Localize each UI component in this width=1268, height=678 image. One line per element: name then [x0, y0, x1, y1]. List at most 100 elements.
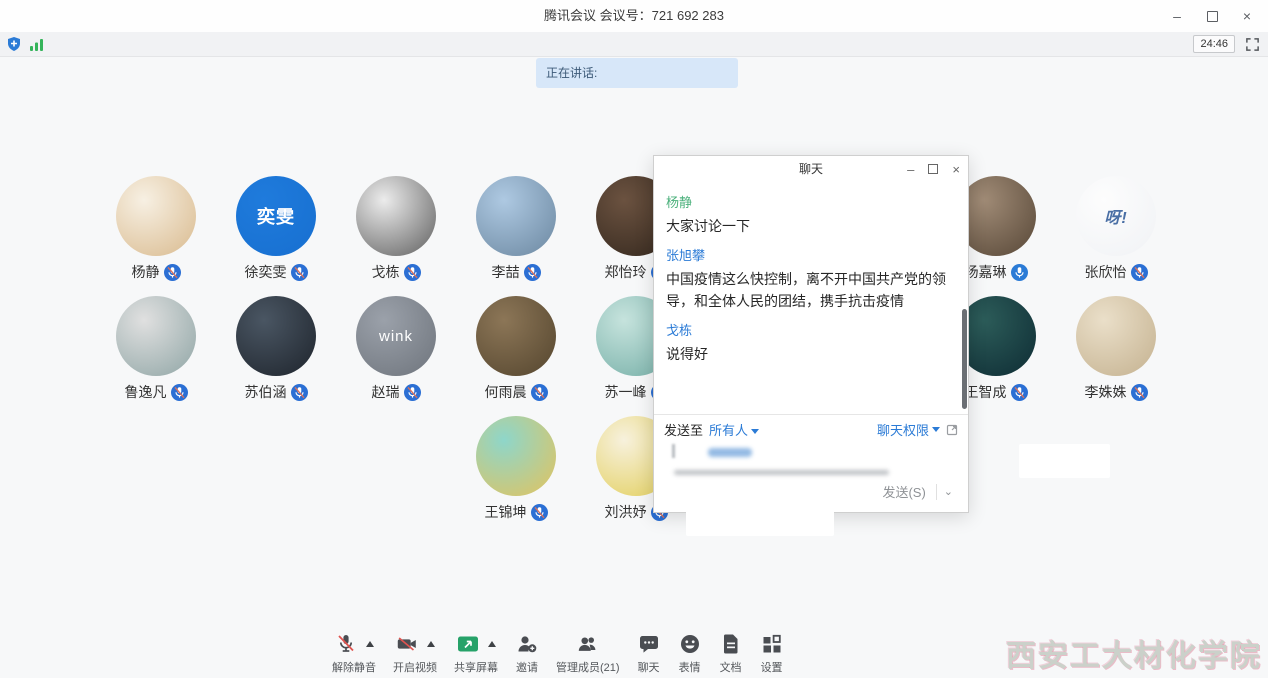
participant-name: 苏一峰 [605, 382, 647, 402]
caret-up-icon[interactable] [488, 641, 496, 647]
participant-name: 李姝姝 [1085, 382, 1127, 402]
security-shield-icon[interactable] [6, 36, 22, 52]
chat-message-sender: 戈栋 [666, 320, 956, 339]
participant-avatar [236, 296, 316, 376]
toolbar-button-label: 文档 [720, 659, 742, 675]
toolbar-button[interactable]: 设置 [760, 630, 784, 675]
toolbar-button-label: 聊天 [638, 659, 660, 675]
mic-off-icon [334, 632, 358, 656]
mic-status-icon [291, 264, 308, 281]
send-options-chevron-icon[interactable]: ⌄ [937, 485, 960, 498]
participant-name-row: 徐奕雯 [245, 262, 308, 282]
toolbar-button-label: 邀请 [516, 659, 538, 675]
avatar-label: 呀! [1104, 204, 1127, 228]
fullscreen-icon[interactable] [1245, 37, 1260, 52]
participant-tile[interactable]: 戈栋 [336, 176, 456, 288]
toolbar-button-label: 开启视频 [393, 659, 437, 675]
mic-status-icon [404, 384, 421, 401]
participant-tile[interactable]: 王锦坤 [456, 416, 576, 528]
toolbar-button[interactable]: 开启视频 [393, 630, 437, 675]
participant-avatar [1076, 296, 1156, 376]
chat-close-button[interactable]: × [952, 163, 960, 176]
chat-message-text: 大家讨论一下 [666, 215, 956, 237]
chat-message-list[interactable]: 杨静 大家讨论一下 张旭攀 中国疫情这么快控制，离不开中国共产党的领导，和全体人… [654, 182, 968, 414]
chat-footer: 发送至 所有人 聊天权限 [654, 414, 968, 444]
close-button[interactable]: × [1234, 4, 1260, 28]
toolbar-button[interactable]: 聊天 [637, 630, 661, 675]
participant-tile[interactable]: 苏伯涵 [216, 296, 336, 408]
chat-message-sender: 杨静 [666, 192, 956, 211]
participant-name: 郑怡玲 [605, 262, 647, 282]
mic-status-icon [1011, 384, 1028, 401]
send-to-label: 发送至 [664, 420, 703, 439]
toolbar-icon-row [760, 630, 784, 658]
network-signal-icon[interactable] [30, 38, 44, 51]
meeting-topbar: 24:46 [0, 32, 1268, 57]
avatar-label: 奕雯 [257, 203, 295, 229]
popout-icon[interactable] [946, 424, 958, 436]
send-to-dropdown[interactable]: 所有人 [709, 420, 759, 439]
toolbar-button[interactable]: 表情 [678, 630, 702, 675]
toolbar-button-label: 设置 [761, 659, 783, 675]
toolbar-icon-row [515, 630, 539, 658]
minimize-button[interactable]: – [1164, 4, 1190, 28]
chat-scrollbar[interactable] [962, 309, 967, 409]
participant-name-row: 王锦坤 [485, 502, 548, 522]
participant-avatar: 呀! [1076, 176, 1156, 256]
members-icon [576, 632, 600, 656]
participant-name: 杨静 [132, 262, 160, 282]
participant-tile[interactable]: 李喆 [456, 176, 576, 288]
redaction-box [686, 506, 834, 536]
participant-name-row: 鲁逸凡 [125, 382, 188, 402]
participant-tile[interactable]: 呀! 张欣怡 [1056, 176, 1176, 288]
chat-message: 杨静 大家讨论一下 [666, 192, 956, 237]
participant-name-row: 何雨晨 [485, 382, 548, 402]
window-controls: – × [1164, 0, 1260, 32]
participant-name: 苏伯涵 [245, 382, 287, 402]
participant-avatar: wink [356, 296, 436, 376]
caret-up-icon[interactable] [366, 641, 374, 647]
participant-tile[interactable]: 鲁逸凡 [96, 296, 216, 408]
window-title: 腾讯会议 会议号：721 692 283 [0, 0, 1268, 32]
maximize-button[interactable] [1199, 4, 1225, 28]
chat-minimize-button[interactable]: – [907, 163, 914, 176]
chevron-down-icon [751, 429, 759, 434]
toolbar-icon-row [576, 630, 600, 658]
participant-name: 李喆 [492, 262, 520, 282]
topbar-right: 24:46 [1193, 32, 1260, 56]
participant-name-row: 李姝姝 [1085, 382, 1148, 402]
mic-status-icon [531, 504, 548, 521]
chat-input[interactable] [654, 445, 968, 483]
participant-tile[interactable]: 奕雯 徐奕雯 [216, 176, 336, 288]
camera-off-icon [395, 632, 419, 656]
participant-name-row: 张欣怡 [1085, 262, 1148, 282]
send-button[interactable]: 发送(S) [872, 479, 935, 504]
participant-tile[interactable]: 李姝姝 [1056, 296, 1176, 408]
participant-tile[interactable]: 杨静 [96, 176, 216, 288]
toolbar-icon-row [334, 630, 374, 658]
participant-name: 何雨晨 [485, 382, 527, 402]
chat-titlebar[interactable]: 聊天 – × [654, 156, 968, 182]
toolbar-button-label: 表情 [679, 659, 701, 675]
mic-status-icon [1131, 384, 1148, 401]
toolbar-button[interactable]: 邀请 [515, 630, 539, 675]
participant-avatar [356, 176, 436, 256]
participant-tile[interactable]: wink 赵瑞 [336, 296, 456, 408]
settings-icon [760, 632, 784, 656]
restore-icon [1207, 11, 1218, 22]
participant-tile[interactable]: 何雨晨 [456, 296, 576, 408]
participant-name-row: 赵瑞 [372, 382, 421, 402]
chat-permission-dropdown[interactable]: 聊天权限 [877, 420, 958, 439]
chat-maximize-button[interactable] [928, 163, 938, 176]
toolbar-button[interactable]: 文档 [719, 630, 743, 675]
speaking-banner-label: 正在讲话: [546, 66, 597, 80]
participant-name-row: 戈栋 [372, 262, 421, 282]
participant-name: 戈栋 [372, 262, 400, 282]
mic-status-icon [524, 264, 541, 281]
toolbar-button[interactable]: 共享屏幕 [454, 630, 498, 675]
toolbar-button[interactable]: 解除静音 [332, 630, 376, 675]
participant-avatar [116, 176, 196, 256]
toolbar-button[interactable]: 管理成员(21) [556, 630, 620, 675]
caret-up-icon[interactable] [427, 641, 435, 647]
toolbar-icon-row [678, 630, 702, 658]
